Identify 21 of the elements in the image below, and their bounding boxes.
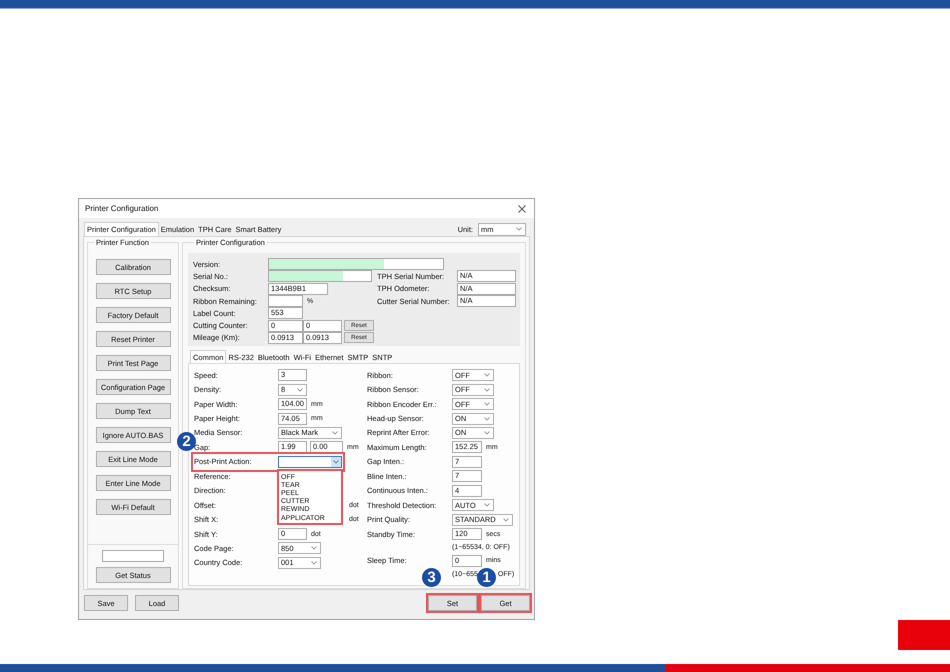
close-icon[interactable] bbox=[518, 204, 526, 212]
caret-icon bbox=[503, 518, 509, 522]
caret-icon bbox=[333, 460, 339, 464]
caret-icon bbox=[516, 227, 522, 231]
caret-icon bbox=[484, 416, 490, 421]
caret-icon bbox=[484, 373, 490, 378]
caret-icon bbox=[332, 430, 338, 435]
status-field[interactable] bbox=[102, 550, 164, 562]
caret-icon bbox=[484, 402, 490, 406]
caret-icon bbox=[311, 546, 317, 550]
info-field[interactable] bbox=[268, 258, 444, 270]
window-title: Printer Configuration bbox=[85, 204, 158, 213]
dropdown[interactable] bbox=[278, 456, 342, 468]
caret-icon bbox=[484, 388, 490, 392]
caret-icon bbox=[484, 430, 490, 435]
caret-icon bbox=[484, 503, 490, 508]
caret-icon bbox=[297, 388, 303, 392]
info-field[interactable] bbox=[268, 295, 303, 308]
accent-square bbox=[898, 620, 950, 650]
caret-icon bbox=[311, 560, 317, 565]
info-field[interactable] bbox=[268, 270, 372, 282]
